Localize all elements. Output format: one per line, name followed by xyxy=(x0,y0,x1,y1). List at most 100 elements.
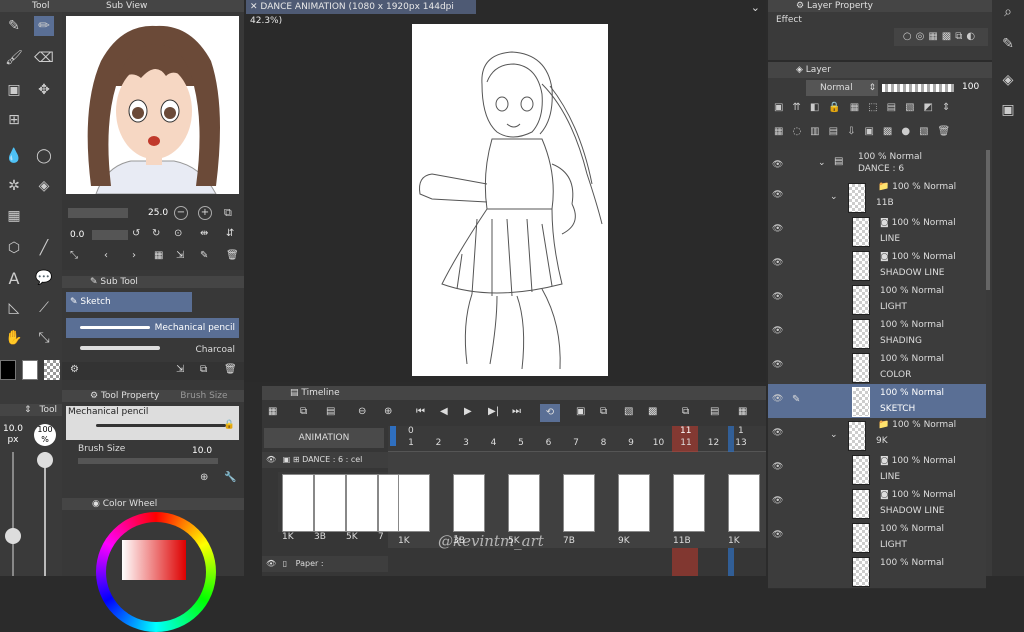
eye-icon[interactable]: 👁 xyxy=(772,258,784,268)
figure-tool-icon[interactable]: ⬡ xyxy=(4,238,24,258)
brush-size-knob[interactable] xyxy=(5,528,21,544)
layer-row[interactable]: 👁 ◙ 100 % Normal SHADOW LINE xyxy=(768,248,986,283)
saturation-value-square[interactable] xyxy=(122,540,186,580)
onion-skin-icon[interactable]: ▧ xyxy=(624,406,633,417)
new-cel-icon[interactable]: ▣ xyxy=(576,406,585,417)
sub-tool-settings-icon[interactable]: ⚙ xyxy=(70,364,79,375)
layer-row[interactable]: 👁 ⌄ 📁 100 % Normal 11B xyxy=(768,180,986,215)
cel-thumbnail[interactable] xyxy=(508,474,540,532)
flip-vertical-icon[interactable]: ⇵ xyxy=(226,228,234,239)
sub-color-swatch[interactable] xyxy=(22,360,38,380)
frame-number[interactable]: 1 xyxy=(404,438,418,448)
drawing-canvas[interactable] xyxy=(412,24,608,376)
lasso-tool-icon[interactable]: ◯ xyxy=(34,146,54,166)
sub-tool-import-icon[interactable]: ⇲ xyxy=(176,364,184,375)
collapse-chevron-icon[interactable]: ⌄ xyxy=(818,158,826,168)
hand-tool-icon[interactable]: ✋ xyxy=(4,328,24,348)
edit-icon[interactable]: ✎ xyxy=(200,250,208,261)
blend-tool-icon[interactable]: 💧 xyxy=(4,146,24,166)
eye-icon[interactable]: 👁 xyxy=(772,224,784,234)
eye-icon[interactable]: 👁 xyxy=(772,326,784,336)
cel-thumbnail[interactable] xyxy=(673,474,705,532)
sub-tool-delete-icon[interactable]: 🗑 xyxy=(224,364,237,375)
layer-toolbar-2[interactable]: ▦◌▥▤⇩▣▩●▧🗑 xyxy=(774,126,990,142)
copy-cel-icon[interactable]: ⧉ xyxy=(682,406,689,417)
playhead-marker[interactable] xyxy=(390,426,396,446)
frame-number[interactable]: 7 xyxy=(569,438,583,448)
layer-scrollbar[interactable] xyxy=(986,150,990,290)
brush-size-track[interactable] xyxy=(12,452,14,576)
line-tool-icon[interactable]: ╱ xyxy=(34,238,54,258)
rotation-slider[interactable] xyxy=(92,230,128,240)
frame-number[interactable]: 10 xyxy=(652,438,666,448)
brush-tool-icon[interactable]: 🖌 xyxy=(4,48,24,68)
play-icon[interactable]: ▶ xyxy=(464,406,472,417)
frame-number[interactable]: 6 xyxy=(542,438,556,448)
material-panel-icon[interactable]: ▣ xyxy=(998,100,1018,120)
brush-size-bar[interactable] xyxy=(78,458,218,464)
rotate-right-icon[interactable]: ↻ xyxy=(152,228,160,239)
frame-number[interactable]: 12 xyxy=(707,438,721,448)
import-icon[interactable]: ⇲ xyxy=(176,250,184,261)
timeline-list-icon[interactable]: ▤ xyxy=(326,406,335,417)
delete-icon[interactable]: 🗑 xyxy=(226,250,239,261)
prev-icon[interactable]: ‹ xyxy=(104,250,108,261)
move-tool-icon[interactable]: ✥ xyxy=(34,80,54,100)
layer-row[interactable]: 👁 100 % Normal LIGHT xyxy=(768,520,986,555)
frame-number[interactable]: 2 xyxy=(432,438,446,448)
cel-thumbnail[interactable] xyxy=(728,474,760,532)
fill-tool-icon[interactable]: ◈ xyxy=(34,176,54,196)
light-table-icon[interactable]: ▩ xyxy=(648,406,657,417)
eye-icon[interactable]: 👁 xyxy=(772,462,784,472)
ruler-tool-icon[interactable]: ⟋ xyxy=(34,298,54,318)
layer-row[interactable]: 👁 100 % Normal COLOR xyxy=(768,350,986,385)
eyedropper-tool-icon[interactable]: ⤡ xyxy=(34,328,54,348)
eye-icon[interactable]: 👁 xyxy=(772,190,784,200)
stamp-tool-icon[interactable]: ▣ xyxy=(4,80,24,100)
cel-thumbnail[interactable] xyxy=(618,474,650,532)
first-frame-icon[interactable]: ⏮ xyxy=(416,406,425,417)
tool-settings-icon[interactable]: ⊕ xyxy=(200,472,208,483)
cel-thumbnail[interactable] xyxy=(398,474,430,532)
pen-tool-icon[interactable]: ✎ xyxy=(4,16,24,36)
timeline-zoom-in-icon[interactable]: ⊕ xyxy=(384,406,392,417)
main-color-swatch[interactable] xyxy=(0,360,16,380)
layer-row[interactable]: 👁 ⌄ ▤ 100 % Normal DANCE : 6 xyxy=(768,150,986,181)
text-tool-icon[interactable]: A xyxy=(4,268,24,288)
frame-number[interactable]: 9 xyxy=(624,438,638,448)
tool-property-tab-brush-size[interactable]: Brush Size xyxy=(180,391,227,401)
collapse-chevron-icon[interactable]: ⌄ xyxy=(830,192,838,202)
next-icon[interactable]: › xyxy=(132,250,136,261)
layer-row-selected[interactable]: 👁 ✎ 100 % Normal SKETCH xyxy=(768,384,986,419)
eraser-tool-icon[interactable]: ⌫ xyxy=(34,48,54,68)
gradient-tool-icon[interactable]: ▦ xyxy=(4,206,24,226)
cel-thumbnail[interactable] xyxy=(346,474,378,532)
eye-icon[interactable]: 👁 xyxy=(772,394,784,404)
paper-track-header[interactable]: 👁 ▯ Paper : xyxy=(262,556,388,572)
eye-icon[interactable]: 👁 xyxy=(772,360,784,370)
balloon-tool-icon[interactable]: 💬 xyxy=(34,268,54,288)
last-frame-icon[interactable]: ⏭ xyxy=(512,406,521,417)
eye-icon[interactable]: 👁 xyxy=(772,428,784,438)
track-eye-icon[interactable]: 👁 xyxy=(266,559,276,568)
timeline-zoom-out-icon[interactable]: ⊖ xyxy=(358,406,366,417)
grid-icon[interactable]: ▦ xyxy=(154,250,163,261)
frame-number[interactable]: 5 xyxy=(514,438,528,448)
cel-thumbnail[interactable] xyxy=(282,474,314,532)
tool-wrench-icon[interactable]: 🔧 xyxy=(224,472,236,483)
layer-toolbar-1[interactable]: ▣⇈◧🔒▦⬚▤▧◩⇕ xyxy=(774,102,990,118)
sub-tool-item-mechanical-pencil[interactable]: Mechanical pencil xyxy=(66,318,239,338)
transform-tool-icon[interactable]: ⊞ xyxy=(4,110,24,130)
eyedropper-icon[interactable]: ⤡ xyxy=(70,250,78,261)
prev-frame-icon[interactable]: ◀ xyxy=(440,406,448,417)
frame-number[interactable]: 3 xyxy=(459,438,473,448)
frame-delete-icon[interactable]: ▦ xyxy=(738,406,747,417)
timeline-settings-icon[interactable]: ⧉ xyxy=(300,406,307,417)
brush-opacity-track[interactable] xyxy=(44,452,46,576)
canvas-tab[interactable]: ✕ DANCE ANIMATION (1080 x 1920px 144dpi … xyxy=(246,0,476,26)
flip-horizontal-icon[interactable]: ⇹ xyxy=(200,228,208,239)
next-frame-icon[interactable]: ▶| xyxy=(488,406,499,417)
brush-opacity-knob[interactable] xyxy=(37,452,53,468)
frame-number[interactable]: 4 xyxy=(487,438,501,448)
rotate-left-icon[interactable]: ↺ xyxy=(132,228,140,239)
